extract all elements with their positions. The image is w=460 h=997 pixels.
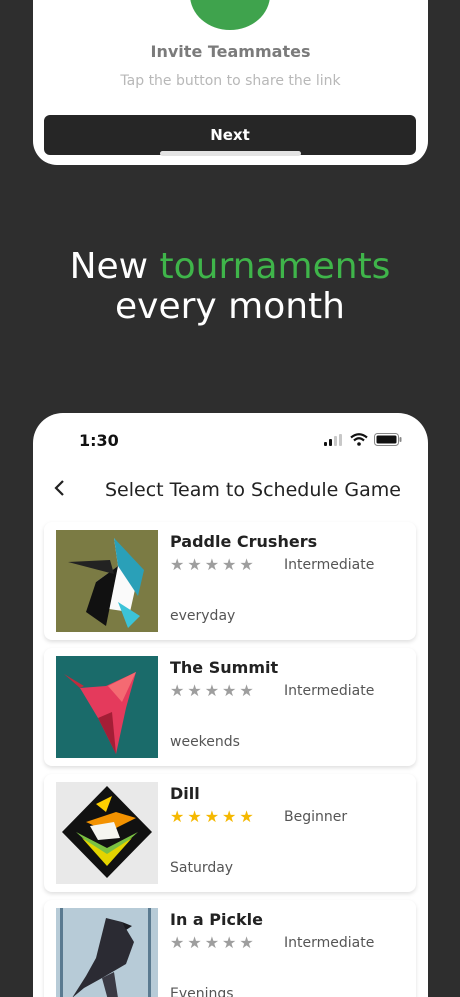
star-icon: ★	[204, 681, 220, 700]
invite-title: Invite Teammates	[150, 42, 311, 61]
headline-part2: every month	[115, 286, 345, 327]
team-avatar	[56, 782, 158, 884]
team-card-in-a-pickle[interactable]: In a Pickle ★ ★ ★ ★ ★ Intermediate Eveni…	[44, 900, 416, 997]
battery-icon	[374, 433, 402, 446]
star-icon: ★	[170, 807, 185, 826]
star-icon: ★	[204, 807, 220, 826]
team-avatar	[56, 530, 158, 632]
next-button[interactable]: Next	[44, 115, 416, 155]
team-name: Dill	[170, 784, 200, 803]
star-icon: ★	[187, 555, 202, 574]
star-icon: ★	[239, 807, 254, 826]
star-icon: ★	[170, 555, 185, 574]
star-icon: ★	[170, 681, 185, 700]
invite-subtitle: Tap the button to share the link	[120, 73, 341, 89]
invite-card: Invite Teammates Tap the button to share…	[33, 0, 428, 165]
chevron-left-icon[interactable]	[53, 479, 73, 499]
page-title: Select Team to Schedule Game	[105, 479, 401, 501]
star-icon: ★	[239, 681, 254, 700]
team-avatar	[56, 656, 158, 758]
status-icons	[324, 433, 402, 446]
star-icon: ★	[222, 681, 237, 700]
promo-headline: New tournaments every month	[0, 247, 460, 327]
star-icon: ★	[239, 933, 254, 952]
status-time: 1:30	[79, 431, 119, 450]
rating-stars: ★ ★ ★ ★ ★	[170, 809, 254, 825]
team-level: Intermediate	[284, 935, 375, 951]
team-schedule: Evenings	[170, 986, 234, 997]
team-avatar	[56, 908, 158, 997]
star-icon: ★	[170, 933, 185, 952]
team-name: In a Pickle	[170, 910, 263, 929]
star-icon: ★	[204, 555, 220, 574]
team-card-the-summit[interactable]: The Summit ★ ★ ★ ★ ★ Intermediate weeken…	[44, 648, 416, 766]
headline-part1: New	[69, 246, 160, 287]
team-list: Paddle Crushers ★ ★ ★ ★ ★ Intermediate e…	[44, 522, 416, 997]
team-schedule: everyday	[170, 608, 236, 624]
star-icon: ★	[187, 933, 202, 952]
rating-stars: ★ ★ ★ ★ ★	[170, 683, 254, 699]
rating-stars: ★ ★ ★ ★ ★	[170, 935, 254, 951]
star-icon: ★	[187, 807, 202, 826]
star-icon: ★	[222, 807, 237, 826]
star-icon: ★	[187, 681, 202, 700]
signal-icon	[324, 433, 342, 446]
star-icon: ★	[222, 933, 237, 952]
wifi-icon	[350, 433, 368, 446]
share-icon	[231, 0, 240, 1]
star-icon: ★	[222, 555, 237, 574]
team-name: Paddle Crushers	[170, 532, 318, 551]
team-card-dill[interactable]: Dill ★ ★ ★ ★ ★ Beginner Saturday	[44, 774, 416, 892]
team-schedule: Saturday	[170, 860, 234, 876]
team-level: Intermediate	[284, 683, 375, 699]
rating-stars: ★ ★ ★ ★ ★	[170, 557, 254, 573]
team-name: The Summit	[170, 658, 279, 677]
team-schedule: weekends	[170, 734, 240, 750]
star-icon: ★	[239, 555, 254, 574]
team-level: Intermediate	[284, 557, 375, 573]
share-link-button[interactable]	[190, 0, 270, 30]
headline-accent: tournaments	[159, 246, 391, 287]
phone-screen: 1:30 Select Team to Schedule Game Paddle…	[33, 413, 428, 997]
home-indicator	[160, 151, 301, 156]
star-icon: ★	[204, 933, 220, 952]
team-card-paddle-crushers[interactable]: Paddle Crushers ★ ★ ★ ★ ★ Intermediate e…	[44, 522, 416, 640]
team-level: Beginner	[284, 809, 348, 825]
